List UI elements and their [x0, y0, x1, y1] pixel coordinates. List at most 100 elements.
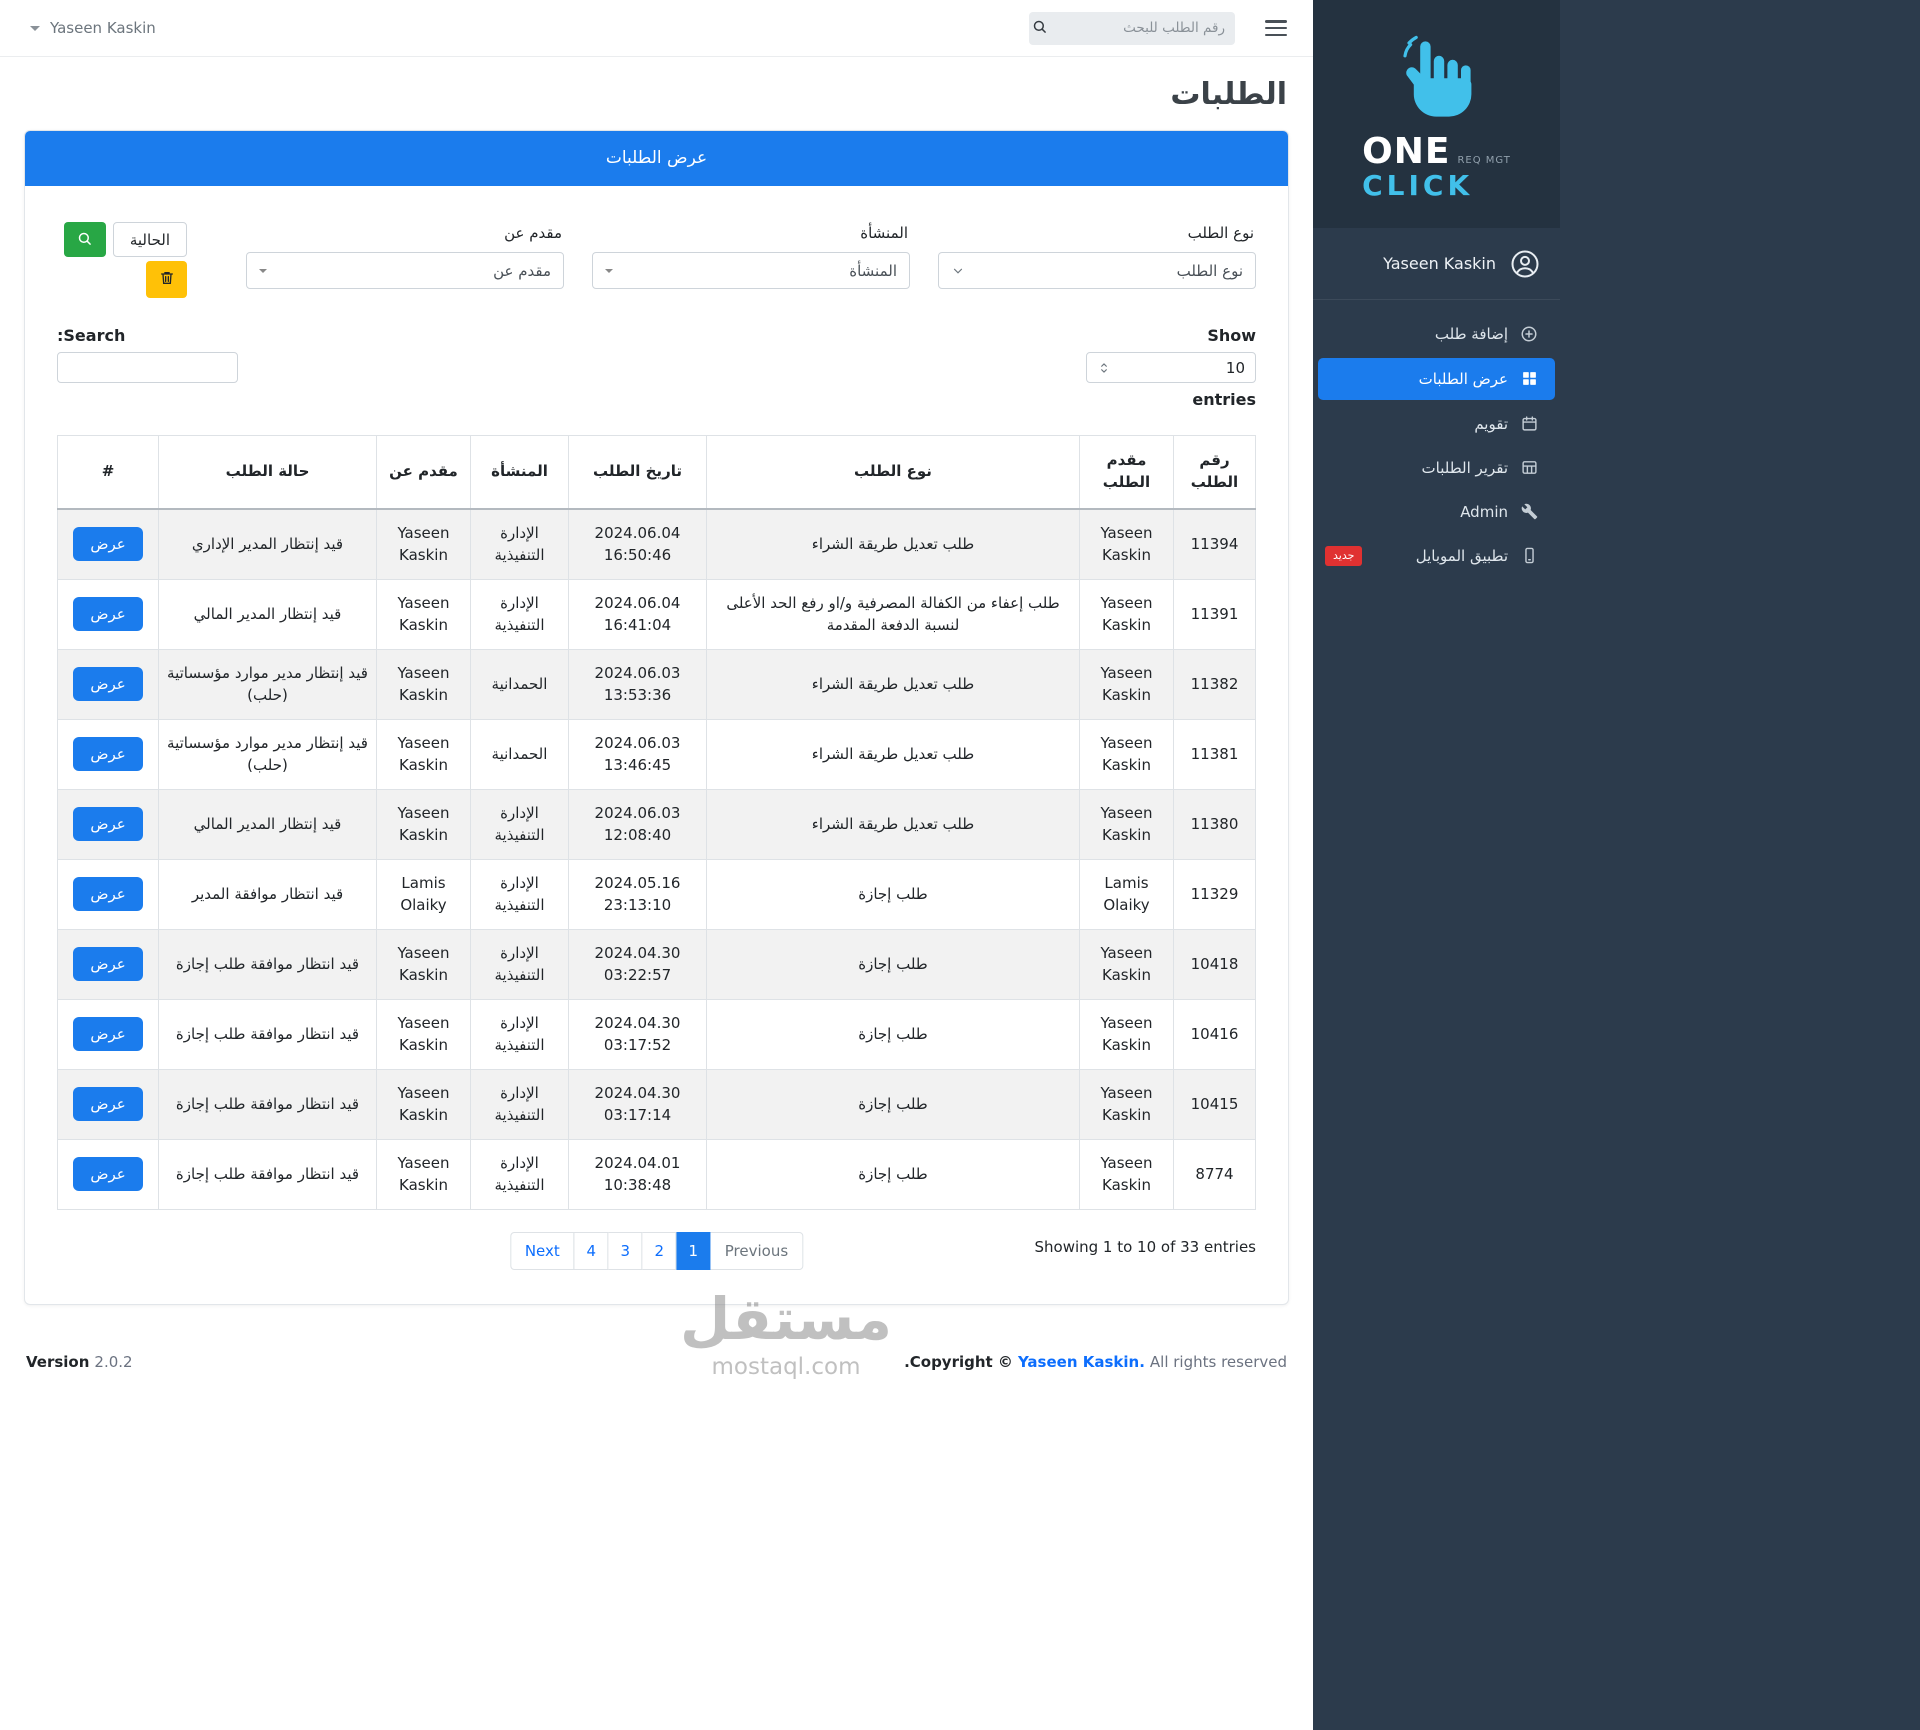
trash-icon [159, 270, 175, 289]
page-length-select[interactable]: 10 [1086, 352, 1256, 383]
request-type-cell: طلب إعفاء من الكفالة المصرفية و/او رفع ا… [707, 579, 1080, 649]
requests-table-body: 11394 Yaseen Kaskin طلب تعديل طريقة الشر… [58, 509, 1256, 1210]
sidebar-item-label: تطبيق الموبايل [1416, 547, 1508, 565]
pagination-previous[interactable]: Previous [710, 1232, 803, 1270]
request-type-cell: طلب تعديل طريقة الشراء [707, 789, 1080, 859]
facility-cell: الإدارة التنفيذية [471, 859, 569, 929]
request-type-cell: طلب إجازة [707, 1139, 1080, 1209]
sidebar-item-label: إضافة طلب [1435, 325, 1508, 343]
header-requester[interactable]: مقدم الطلب [1080, 436, 1174, 509]
sidebar-item[interactable]: تطبيق الموبايل جديد [1313, 534, 1560, 578]
view-button[interactable]: عرض [73, 1017, 142, 1051]
status-cell: قيد إنتظار مدير موارد مؤسساتية (حلب) [159, 719, 377, 789]
pagination-page-3[interactable]: 3 [608, 1232, 643, 1270]
request-type-cell: طلب إجازة [707, 859, 1080, 929]
request-date-cell: 2024.05.16 23:13:10 [569, 859, 707, 929]
actions-cell: عرض [58, 999, 159, 1069]
view-button[interactable]: عرض [73, 527, 142, 561]
apply-filter-button[interactable] [64, 222, 106, 257]
header-request-number[interactable]: رقم الطلب [1174, 436, 1256, 509]
requester-cell: Yaseen Kaskin [1080, 1069, 1174, 1139]
submitted-for-select[interactable]: مقدم عن [246, 252, 564, 289]
table-footer: Showing 1 to 10 of 33 entries Previous 1… [57, 1232, 1256, 1278]
request-date-cell: 2024.06.04 16:41:04 [569, 579, 707, 649]
pagination-page-2[interactable]: 2 [642, 1232, 677, 1270]
actions-cell: عرض [58, 929, 159, 999]
submitted-for-label: مقدم عن [248, 224, 562, 242]
pagination-page-4[interactable]: 4 [574, 1232, 609, 1270]
facility-cell: الإدارة التنفيذية [471, 579, 569, 649]
view-button[interactable]: عرض [73, 1157, 142, 1191]
request-id-cell: 10418 [1174, 929, 1256, 999]
sidebar-item-label: تقرير الطلبات [1422, 459, 1508, 477]
table-row: 11329 Lamis Olaiky طلب إجازة 2024.05.16 … [58, 859, 1256, 929]
filters-row: نوع الطلب نوع الطلب المنشأة المنشأة [57, 222, 1256, 298]
calendar-icon [1520, 415, 1538, 433]
new-badge: جديد [1325, 546, 1362, 566]
pagination-next[interactable]: Next [510, 1232, 575, 1270]
view-button[interactable]: عرض [73, 807, 142, 841]
status-cell: قيد انتظار موافقة طلب إجازة [159, 929, 377, 999]
sidebar-item-label: عرض الطلبات [1419, 370, 1508, 388]
view-button[interactable]: عرض [73, 667, 142, 701]
app-logo: ONE REQ MGT CLICK [1313, 0, 1560, 228]
header-status[interactable]: حالة الطلب [159, 436, 377, 509]
sidebar-item[interactable]: إضافة طلب [1313, 312, 1560, 356]
search-submit-button[interactable] [1029, 12, 1050, 45]
actions-cell: عرض [58, 719, 159, 789]
facility-label: المنشأة [594, 224, 908, 242]
current-filter-button[interactable]: الحالية [113, 222, 187, 257]
header-actions[interactable]: # [58, 436, 159, 509]
actions-cell: عرض [58, 1069, 159, 1139]
mobile-app-icon [1520, 547, 1538, 565]
view-button[interactable]: عرض [73, 947, 142, 981]
menu-toggle-button[interactable] [1265, 20, 1287, 36]
copyright-author-link[interactable]: Yaseen Kaskin. [1018, 1353, 1145, 1371]
facility-cell: الحمدانية [471, 649, 569, 719]
request-type-select[interactable]: نوع الطلب [938, 252, 1256, 289]
requester-cell: Yaseen Kaskin [1080, 649, 1174, 719]
request-date-cell: 2024.04.01 10:38:48 [569, 1139, 707, 1209]
view-button[interactable]: عرض [73, 1087, 142, 1121]
table-search-input[interactable] [57, 352, 238, 383]
version-text: Version2.0.2 [26, 1353, 133, 1371]
status-cell: قيد إنتظار مدير موارد مؤسساتية (حلب) [159, 649, 377, 719]
order-search-input[interactable] [1050, 20, 1235, 36]
header-request-type[interactable]: نوع الطلب [707, 436, 1080, 509]
request-id-cell: 11381 [1174, 719, 1256, 789]
header-submitted-for[interactable]: مقدم عن [377, 436, 471, 509]
submitted-for-cell: Yaseen Kaskin [377, 509, 471, 580]
submitted-for-cell: Yaseen Kaskin [377, 719, 471, 789]
sidebar-item[interactable]: عرض الطلبات [1318, 358, 1555, 400]
view-button[interactable]: عرض [73, 597, 142, 631]
sidebar-item[interactable]: تقرير الطلبات [1313, 446, 1560, 490]
hand-click-logo-icon [1393, 34, 1481, 132]
request-id-cell: 11380 [1174, 789, 1256, 859]
sidebar-item[interactable]: تقويم [1313, 402, 1560, 446]
search-icon [1032, 19, 1047, 37]
requests-table: رقم الطلب مقدم الطلب نوع الطلب تاريخ الط… [57, 435, 1256, 1210]
request-type-cell: طلب إجازة [707, 929, 1080, 999]
submitted-for-cell: Yaseen Kaskin [377, 929, 471, 999]
requester-cell: Yaseen Kaskin [1080, 1139, 1174, 1209]
facility-cell: الإدارة التنفيذية [471, 789, 569, 859]
table-row: 11391 Yaseen Kaskin طلب إعفاء من الكفالة… [58, 579, 1256, 649]
request-id-cell: 11382 [1174, 649, 1256, 719]
status-cell: قيد إنتظار المدير المالي [159, 579, 377, 649]
submitted-for-cell: Yaseen Kaskin [377, 789, 471, 859]
view-button[interactable]: عرض [73, 877, 142, 911]
header-facility[interactable]: المنشأة [471, 436, 569, 509]
view-button[interactable]: عرض [73, 737, 142, 771]
sidebar-item[interactable]: Admin [1313, 490, 1560, 534]
request-date-cell: 2024.06.04 16:50:46 [569, 509, 707, 580]
header-request-date[interactable]: تاريخ الطلب [569, 436, 707, 509]
request-date-cell: 2024.04.30 03:17:52 [569, 999, 707, 1069]
requester-cell: Yaseen Kaskin [1080, 509, 1174, 580]
pagination-page-1[interactable]: 1 [676, 1232, 711, 1270]
sort-arrows-icon [1097, 361, 1111, 375]
table-row: 10415 Yaseen Kaskin طلب إجازة 2024.04.30… [58, 1069, 1256, 1139]
clear-filter-button[interactable] [146, 261, 187, 298]
actions-cell: عرض [58, 859, 159, 929]
facility-select[interactable]: المنشأة [592, 252, 910, 289]
topbar-user-dropdown[interactable]: Yaseen Kaskin [30, 19, 156, 37]
